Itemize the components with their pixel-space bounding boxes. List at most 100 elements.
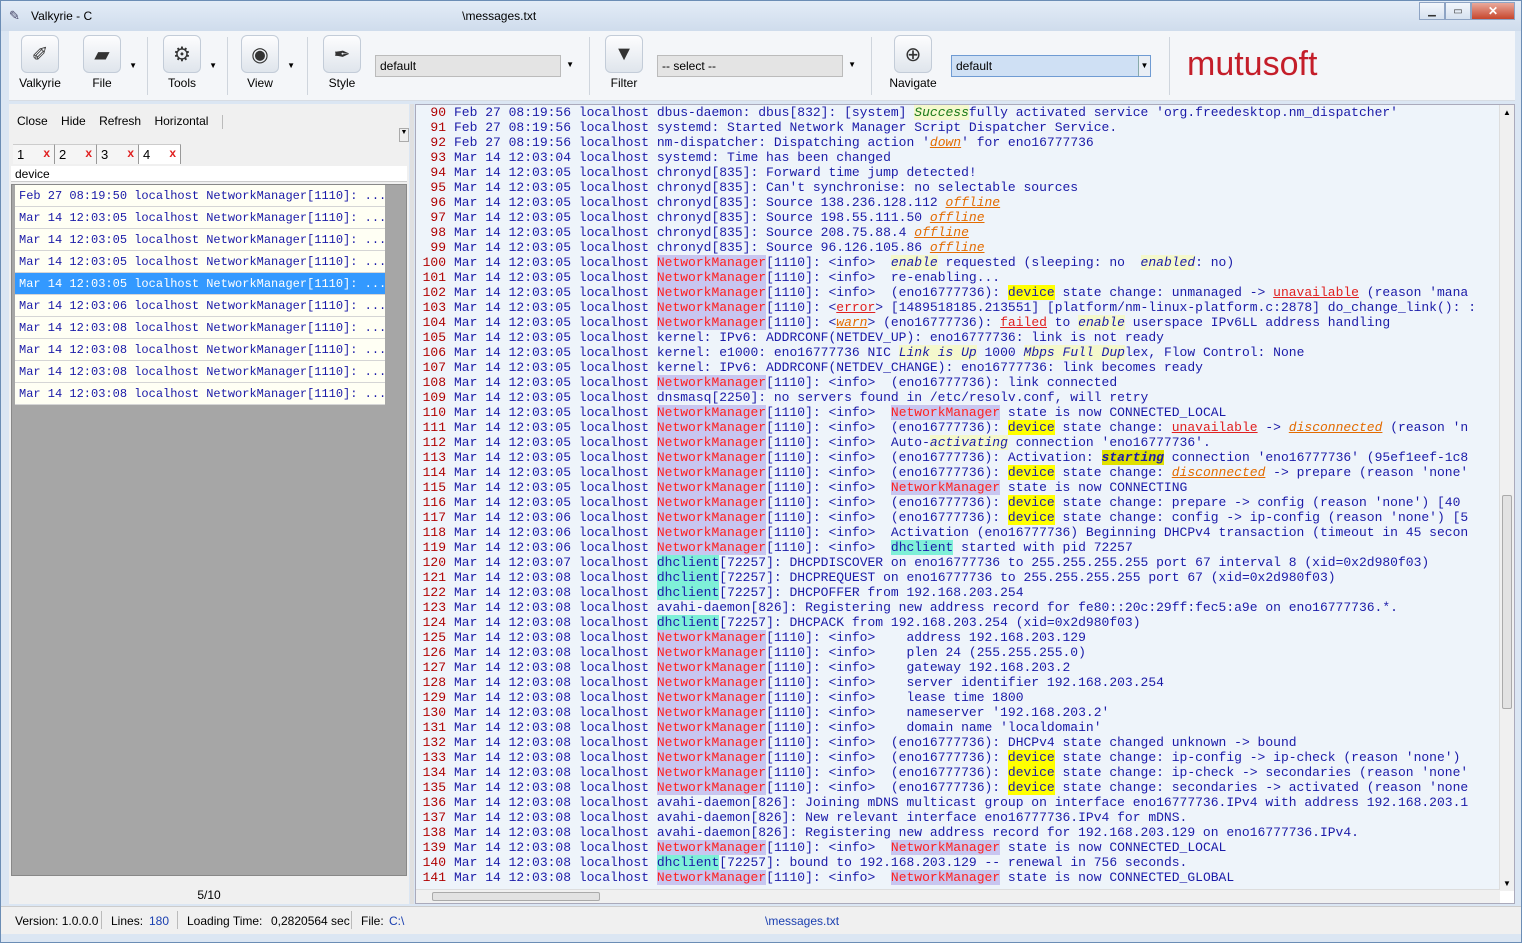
horizontal-scrollbar[interactable] [416,889,1500,903]
result-item[interactable]: Mar 14 12:03:08 localhost NetworkManager… [15,361,385,383]
log-line[interactable]: 116 Mar 14 12:03:05 localhost NetworkMana… [416,495,1500,510]
maximize-button[interactable]: ▭ [1445,2,1471,20]
log-line[interactable]: 108 Mar 14 12:03:05 localhost NetworkMana… [416,375,1500,390]
log-line[interactable]: 123 Mar 14 12:03:08 localhost avahi-daemo… [416,600,1500,615]
log-line[interactable]: 119 Mar 14 12:03:06 localhost NetworkMana… [416,540,1500,555]
log-line[interactable]: 115 Mar 14 12:03:05 localhost NetworkMana… [416,480,1500,495]
style-button[interactable]: ✒ Style [319,35,365,90]
close-panel-button[interactable]: Close [17,114,48,128]
chevron-down-icon[interactable]: ▼ [1138,56,1150,76]
log-text: localhost [578,735,657,750]
log-line[interactable]: 136 Mar 14 12:03:08 localhost avahi-daemo… [416,795,1500,810]
close-tab-icon[interactable]: x [169,146,176,160]
navigate-button[interactable]: ⊕ Navigate [885,35,941,90]
hide-panel-button[interactable]: Hide [61,114,86,128]
style-combo[interactable]: default ▼ [375,55,574,77]
log-line[interactable]: 114 Mar 14 12:03:05 localhost NetworkMana… [416,465,1500,480]
log-line[interactable]: 125 Mar 14 12:03:08 localhost NetworkMana… [416,630,1500,645]
refresh-button[interactable]: Refresh [99,114,141,128]
filter-button[interactable]: ▼ Filter [601,35,647,90]
log-line[interactable]: 117 Mar 14 12:03:06 localhost NetworkMana… [416,510,1500,525]
log-line[interactable]: 93 Mar 14 12:03:04 localhost systemd: Tim… [416,150,1500,165]
log-line[interactable]: 128 Mar 14 12:03:08 localhost NetworkMana… [416,675,1500,690]
log-line[interactable]: 91 Feb 27 08:19:56 localhost systemd: Sta… [416,120,1500,135]
log-line[interactable]: 103 Mar 14 12:03:05 localhost NetworkMana… [416,300,1500,315]
log-line[interactable]: 101 Mar 14 12:03:05 localhost NetworkMana… [416,270,1500,285]
splitter[interactable] [410,104,414,904]
log-line[interactable]: 100 Mar 14 12:03:05 localhost NetworkMana… [416,255,1500,270]
log-line[interactable]: 135 Mar 14 12:03:08 localhost NetworkMana… [416,780,1500,795]
log-line[interactable]: 141 Mar 14 12:03:08 localhost NetworkMana… [416,870,1500,885]
log-line[interactable]: 122 Mar 14 12:03:08 localhost dhclient[72… [416,585,1500,600]
scroll-down-icon[interactable]: ▼ [1503,879,1511,888]
result-item[interactable]: Mar 14 12:03:05 localhost NetworkManager… [15,273,385,295]
hscroll-thumb[interactable] [432,892,600,901]
close-tab-icon[interactable]: x [85,146,92,160]
log-line[interactable]: 134 Mar 14 12:03:08 localhost NetworkMana… [416,765,1500,780]
log-line[interactable]: 98 Mar 14 12:03:05 localhost chronyd[835]… [416,225,1500,240]
result-item[interactable]: Mar 14 12:03:08 localhost NetworkManager… [15,317,385,339]
log-line[interactable]: 133 Mar 14 12:03:08 localhost NetworkMana… [416,750,1500,765]
view-button[interactable]: ◉ View ▼ [237,35,295,90]
log-line[interactable]: 92 Feb 27 08:19:56 localhost nm-dispatche… [416,135,1500,150]
log-line[interactable]: 104 Mar 14 12:03:05 localhost NetworkMana… [416,315,1500,330]
log-line[interactable]: 111 Mar 14 12:03:05 localhost NetworkMana… [416,420,1500,435]
result-item[interactable]: Mar 14 12:03:08 localhost NetworkManager… [15,383,385,405]
navigate-combo[interactable]: default ▼ [951,55,1151,77]
log-line[interactable]: 97 Mar 14 12:03:05 localhost chronyd[835]… [416,210,1500,225]
log-line[interactable]: 90 Feb 27 08:19:56 localhost dbus-daemon:… [416,105,1500,120]
result-item[interactable]: Mar 14 12:03:06 localhost NetworkManager… [15,295,385,317]
close-window-button[interactable]: ✕ [1471,2,1515,20]
log-line[interactable]: 94 Mar 14 12:03:05 localhost chronyd[835]… [416,165,1500,180]
log-line[interactable]: 118 Mar 14 12:03:06 localhost NetworkMana… [416,525,1500,540]
log-line[interactable]: 126 Mar 14 12:03:08 localhost NetworkMana… [416,645,1500,660]
log-line[interactable]: 131 Mar 14 12:03:08 localhost NetworkMana… [416,720,1500,735]
tab-1[interactable]: 1x [13,144,55,164]
chevron-down-icon[interactable]: ▼ [848,60,856,69]
log-line[interactable]: 130 Mar 14 12:03:08 localhost NetworkMana… [416,705,1500,720]
tab-3[interactable]: 3x [97,144,139,164]
chevron-down-icon[interactable]: ▼ [566,60,574,69]
tab-2[interactable]: 2x [55,144,97,164]
scroll-up-icon[interactable]: ▲ [1503,108,1511,117]
log-line[interactable]: 99 Mar 14 12:03:05 localhost chronyd[835]… [416,240,1500,255]
log-line[interactable]: 113 Mar 14 12:03:05 localhost NetworkMana… [416,450,1500,465]
result-item[interactable]: Mar 14 12:03:05 localhost NetworkManager… [15,229,385,251]
horizontal-button[interactable]: Horizontal [154,114,208,128]
log-line[interactable]: 120 Mar 14 12:03:07 localhost dhclient[72… [416,555,1500,570]
log-line[interactable]: 129 Mar 14 12:03:08 localhost NetworkMana… [416,690,1500,705]
filter-combo[interactable]: -- select -- ▼ [657,55,856,77]
chevron-down-icon: ▼ [209,61,217,70]
tab-4[interactable]: 4x [139,144,181,164]
log-line[interactable]: 105 Mar 14 12:03:05 localhost kernel: IPv… [416,330,1500,345]
log-line[interactable]: 127 Mar 14 12:03:08 localhost NetworkMana… [416,660,1500,675]
tools-button[interactable]: ⚙ Tools ▼ [159,35,217,90]
log-line[interactable]: 137 Mar 14 12:03:08 localhost avahi-daemo… [416,810,1500,825]
valkyrie-button[interactable]: ✐ Valkyrie [15,35,65,90]
log-line[interactable]: 95 Mar 14 12:03:05 localhost chronyd[835]… [416,180,1500,195]
panel-menu-button[interactable]: ▼ [399,128,409,142]
log-line[interactable]: 106 Mar 14 12:03:05 localhost kernel: e10… [416,345,1500,360]
file-button[interactable]: ▰ File ▼ [79,35,137,90]
log-line[interactable]: 107 Mar 14 12:03:05 localhost kernel: IPv… [416,360,1500,375]
log-line[interactable]: 140 Mar 14 12:03:08 localhost dhclient[72… [416,855,1500,870]
log-line[interactable]: 121 Mar 14 12:03:08 localhost dhclient[72… [416,570,1500,585]
result-item[interactable]: Mar 14 12:03:05 localhost NetworkManager… [15,207,385,229]
log-line[interactable]: 139 Mar 14 12:03:08 localhost NetworkMana… [416,840,1500,855]
log-line[interactable]: 138 Mar 14 12:03:08 localhost avahi-daemo… [416,825,1500,840]
result-item[interactable]: Feb 27 08:19:50 localhost NetworkManager… [15,185,385,207]
result-item[interactable]: Mar 14 12:03:05 localhost NetworkManager… [15,251,385,273]
log-line[interactable]: 124 Mar 14 12:03:08 localhost dhclient[72… [416,615,1500,630]
log-line[interactable]: 132 Mar 14 12:03:08 localhost NetworkMana… [416,735,1500,750]
scroll-thumb[interactable] [1502,495,1512,709]
close-tab-icon[interactable]: x [43,146,50,160]
log-line[interactable]: 102 Mar 14 12:03:05 localhost NetworkMana… [416,285,1500,300]
log-line[interactable]: 96 Mar 14 12:03:05 localhost chronyd[835]… [416,195,1500,210]
minimize-button[interactable]: ▁ [1419,2,1445,20]
log-line[interactable]: 109 Mar 14 12:03:05 localhost dnsmasq[225… [416,390,1500,405]
log-line[interactable]: 112 Mar 14 12:03:05 localhost NetworkMana… [416,435,1500,450]
result-item[interactable]: Mar 14 12:03:08 localhost NetworkManager… [15,339,385,361]
close-tab-icon[interactable]: x [127,146,134,160]
log-line[interactable]: 110 Mar 14 12:03:05 localhost NetworkMana… [416,405,1500,420]
vertical-scrollbar[interactable]: ▲ ▼ [1499,105,1514,891]
